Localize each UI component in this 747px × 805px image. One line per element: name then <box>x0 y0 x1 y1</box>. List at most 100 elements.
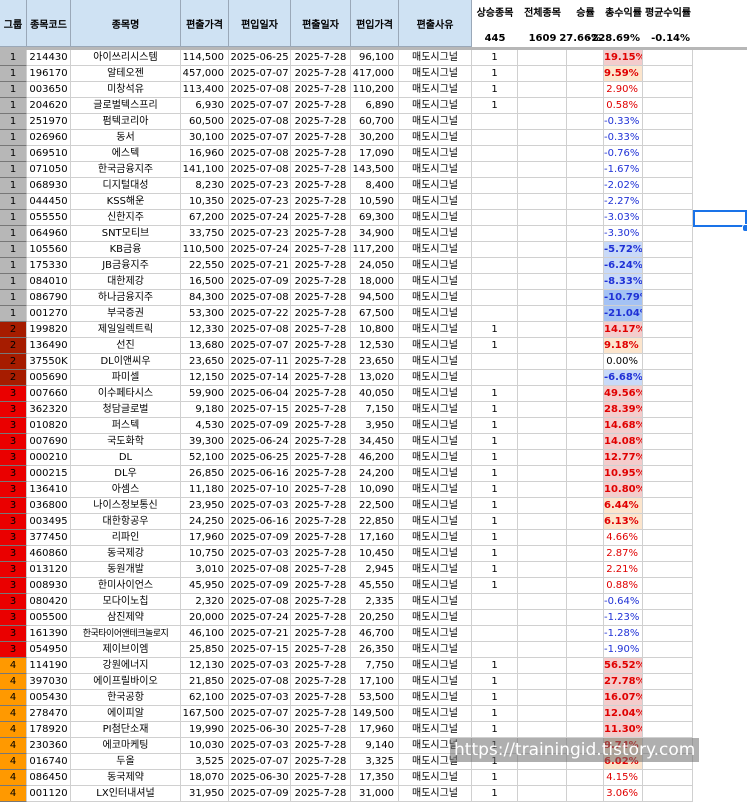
name-cell[interactable]: 국도화학 <box>71 434 181 450</box>
out-price-cell[interactable]: 10,030 <box>181 738 229 754</box>
code-cell[interactable]: 071050 <box>27 162 71 178</box>
name-cell[interactable]: KSS해운 <box>71 194 181 210</box>
in-price-cell[interactable]: 7,150 <box>351 402 399 418</box>
out-price-cell[interactable]: 26,850 <box>181 466 229 482</box>
total-cell[interactable] <box>518 498 567 514</box>
header-in-date[interactable]: 편입일자 <box>229 0 291 47</box>
return-cell[interactable]: 10.95% <box>604 466 643 482</box>
name-cell[interactable]: 강원에너지 <box>71 658 181 674</box>
avg-cell[interactable] <box>643 114 693 130</box>
group-cell[interactable]: 1 <box>0 50 27 66</box>
out-price-cell[interactable]: 8,230 <box>181 178 229 194</box>
in-date-cell[interactable]: 2025-07-10 <box>229 482 291 498</box>
total-cell[interactable] <box>518 258 567 274</box>
in-date-cell[interactable]: 2025-06-30 <box>229 770 291 786</box>
in-price-cell[interactable]: 3,950 <box>351 418 399 434</box>
winrate-cell[interactable] <box>567 786 604 802</box>
reason-cell[interactable]: 매도시그널 <box>399 210 472 226</box>
avg-cell[interactable] <box>643 610 693 626</box>
out-date-cell[interactable]: 2025-7-28 <box>291 338 351 354</box>
rise-cell[interactable]: 1 <box>472 386 518 402</box>
in-price-cell[interactable]: 17,100 <box>351 674 399 690</box>
rise-cell[interactable] <box>472 274 518 290</box>
code-cell[interactable]: 161390 <box>27 626 71 642</box>
name-cell[interactable]: 대한제강 <box>71 274 181 290</box>
avg-cell[interactable] <box>643 514 693 530</box>
in-price-cell[interactable]: 17,160 <box>351 530 399 546</box>
total-cell[interactable] <box>518 642 567 658</box>
return-cell[interactable]: 16.07% <box>604 690 643 706</box>
in-price-cell[interactable]: 24,200 <box>351 466 399 482</box>
total-cell[interactable] <box>518 722 567 738</box>
code-cell[interactable]: 114190 <box>27 658 71 674</box>
winrate-cell[interactable] <box>567 482 604 498</box>
code-cell[interactable]: 136410 <box>27 482 71 498</box>
rise-cell[interactable] <box>472 226 518 242</box>
out-price-cell[interactable]: 39,300 <box>181 434 229 450</box>
reason-cell[interactable]: 매도시그널 <box>399 306 472 322</box>
in-price-cell[interactable]: 46,700 <box>351 626 399 642</box>
in-price-cell[interactable]: 7,750 <box>351 658 399 674</box>
reason-cell[interactable]: 매도시그널 <box>399 338 472 354</box>
rise-cell[interactable]: 1 <box>472 514 518 530</box>
avg-cell[interactable] <box>643 466 693 482</box>
in-date-cell[interactable]: 2025-07-09 <box>229 418 291 434</box>
avg-cell[interactable] <box>643 242 693 258</box>
out-date-cell[interactable]: 2025-7-28 <box>291 546 351 562</box>
reason-cell[interactable]: 매도시그널 <box>399 322 472 338</box>
total-cell[interactable] <box>518 306 567 322</box>
total-cell[interactable] <box>518 98 567 114</box>
reason-cell[interactable]: 매도시그널 <box>399 674 472 690</box>
group-cell[interactable]: 3 <box>0 626 27 642</box>
reason-cell[interactable]: 매도시그널 <box>399 290 472 306</box>
out-date-cell[interactable]: 2025-7-28 <box>291 658 351 674</box>
group-cell[interactable]: 4 <box>0 706 27 722</box>
return-cell[interactable]: 14.17% <box>604 322 643 338</box>
group-cell[interactable]: 3 <box>0 610 27 626</box>
code-cell[interactable]: 069510 <box>27 146 71 162</box>
rise-cell[interactable] <box>472 610 518 626</box>
avg-cell[interactable] <box>643 530 693 546</box>
in-date-cell[interactable]: 2025-07-03 <box>229 546 291 562</box>
winrate-cell[interactable] <box>567 162 604 178</box>
total-cell[interactable] <box>518 82 567 98</box>
total-cell[interactable] <box>518 162 567 178</box>
name-cell[interactable]: 동원개발 <box>71 562 181 578</box>
rise-cell[interactable] <box>472 146 518 162</box>
out-date-cell[interactable]: 2025-7-28 <box>291 146 351 162</box>
avg-cell[interactable] <box>643 226 693 242</box>
selected-cell[interactable] <box>693 210 747 227</box>
total-cell[interactable] <box>518 434 567 450</box>
winrate-cell[interactable] <box>567 210 604 226</box>
group-cell[interactable]: 3 <box>0 434 27 450</box>
in-price-cell[interactable]: 10,590 <box>351 194 399 210</box>
reason-cell[interactable]: 매도시그널 <box>399 626 472 642</box>
rise-cell[interactable]: 1 <box>472 82 518 98</box>
out-date-cell[interactable]: 2025-7-28 <box>291 210 351 226</box>
rise-cell[interactable]: 1 <box>472 418 518 434</box>
avg-cell[interactable] <box>643 594 693 610</box>
winrate-cell[interactable] <box>567 402 604 418</box>
name-cell[interactable]: 하나금융지주 <box>71 290 181 306</box>
in-price-cell[interactable]: 17,350 <box>351 770 399 786</box>
group-cell[interactable]: 3 <box>0 546 27 562</box>
code-cell[interactable]: 036800 <box>27 498 71 514</box>
reason-cell[interactable]: 매도시그널 <box>399 482 472 498</box>
fill-handle[interactable] <box>742 224 747 232</box>
name-cell[interactable]: 한국공항 <box>71 690 181 706</box>
return-cell[interactable]: 28.39% <box>604 402 643 418</box>
code-cell[interactable]: 000215 <box>27 466 71 482</box>
in-date-cell[interactable]: 2025-06-25 <box>229 50 291 66</box>
out-date-cell[interactable]: 2025-7-28 <box>291 322 351 338</box>
avg-cell[interactable] <box>643 770 693 786</box>
in-price-cell[interactable]: 45,550 <box>351 578 399 594</box>
out-date-cell[interactable]: 2025-7-28 <box>291 450 351 466</box>
group-cell[interactable]: 4 <box>0 754 27 770</box>
code-cell[interactable]: 204620 <box>27 98 71 114</box>
name-cell[interactable]: 신한지주 <box>71 210 181 226</box>
out-price-cell[interactable]: 20,000 <box>181 610 229 626</box>
group-cell[interactable]: 4 <box>0 786 27 802</box>
total-cell[interactable] <box>518 674 567 690</box>
total-cell[interactable] <box>518 402 567 418</box>
out-price-cell[interactable]: 33,750 <box>181 226 229 242</box>
